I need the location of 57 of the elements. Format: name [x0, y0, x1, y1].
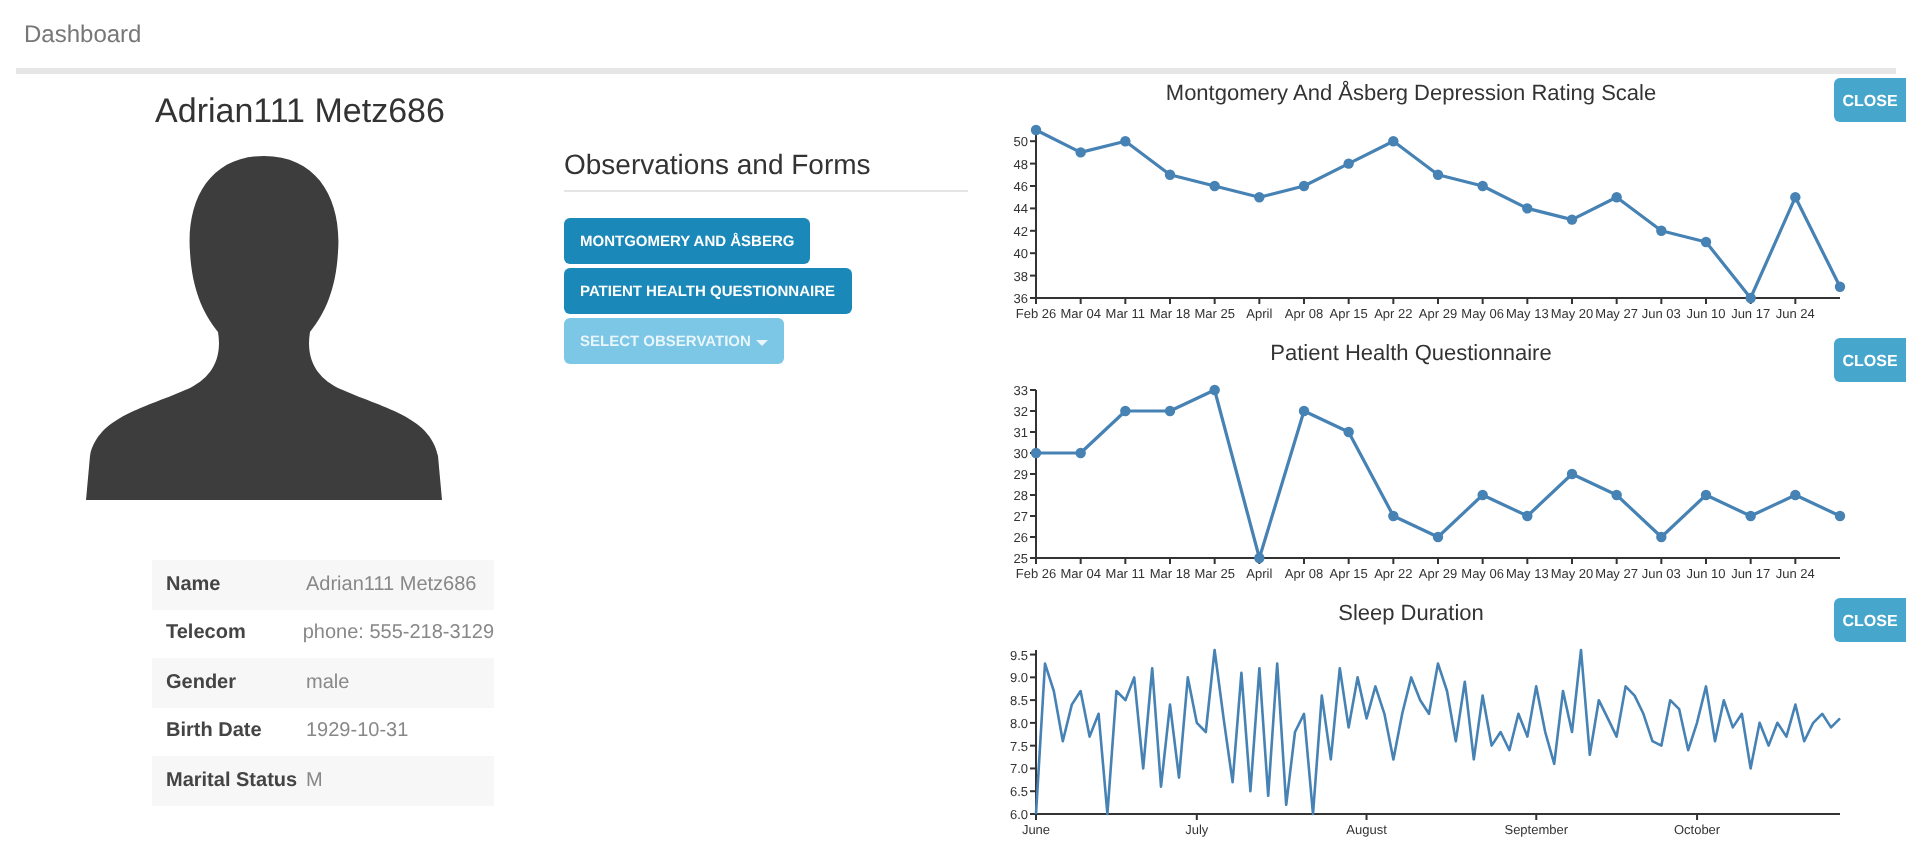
data-point	[1790, 192, 1801, 203]
field-label: Gender	[166, 671, 239, 694]
field-value: phone: 555-218-3129	[302, 622, 494, 645]
field-value: 1929-10-31	[306, 720, 409, 743]
data-point	[1566, 468, 1578, 480]
field-label: Birth Date	[166, 720, 264, 743]
field-value: Adrian111 Metz686	[306, 573, 477, 596]
patient-name: Adrian111 Metz686	[153, 92, 445, 132]
data-point	[1075, 147, 1086, 158]
close-button[interactable]: CLOSE	[1834, 598, 1906, 642]
data-point	[1388, 136, 1399, 147]
field-label: Telecom	[166, 622, 248, 645]
data-point	[1700, 489, 1712, 501]
data-point	[1298, 405, 1310, 417]
chart-title: Sleep Duration	[1336, 600, 1486, 626]
data-point	[1656, 225, 1667, 236]
section-heading: Observations and Forms	[564, 148, 968, 192]
data-point	[1343, 426, 1354, 438]
data-point	[1432, 531, 1444, 543]
data-point	[1745, 292, 1756, 304]
data-point	[1834, 510, 1846, 522]
data-point	[1700, 236, 1712, 248]
data-point	[1164, 405, 1176, 417]
data-point	[1030, 447, 1042, 459]
data-point	[1566, 214, 1578, 225]
close-button[interactable]: CLOSE	[1834, 338, 1906, 382]
data-point	[1298, 180, 1310, 192]
data-point	[1030, 124, 1042, 136]
data-point	[1120, 405, 1131, 417]
chart-title: Patient Health Questionnaire	[1268, 340, 1554, 366]
data-point	[1254, 192, 1265, 203]
data-point	[1656, 531, 1667, 543]
data-point	[1834, 281, 1846, 292]
data-point	[1611, 192, 1622, 203]
data-point	[1075, 447, 1086, 459]
data-point	[1120, 136, 1131, 147]
field-value: M	[306, 769, 323, 792]
field-value: male	[306, 671, 350, 694]
data-point	[1745, 510, 1756, 522]
dashboard-title[interactable]: Dashboard	[24, 20, 142, 48]
data-point	[1209, 180, 1220, 192]
field-label: Marital Status	[166, 769, 300, 792]
data-point	[1477, 489, 1488, 501]
data-point	[1254, 552, 1265, 564]
data-point	[1611, 489, 1622, 501]
data-point	[1522, 510, 1533, 522]
data-point	[1790, 489, 1801, 501]
chart-title: Montgomery And Åsberg Depression Rating Scale	[1163, 78, 1659, 106]
data-point	[1432, 169, 1444, 180]
data-point	[1477, 180, 1488, 192]
data-point	[1209, 384, 1220, 396]
close-button[interactable]: CLOSE	[1834, 78, 1906, 122]
data-point	[1343, 158, 1354, 169]
data-point	[1164, 169, 1176, 180]
field-label: Name	[166, 573, 223, 596]
data-point	[1388, 510, 1399, 522]
data-point	[1522, 203, 1533, 214]
